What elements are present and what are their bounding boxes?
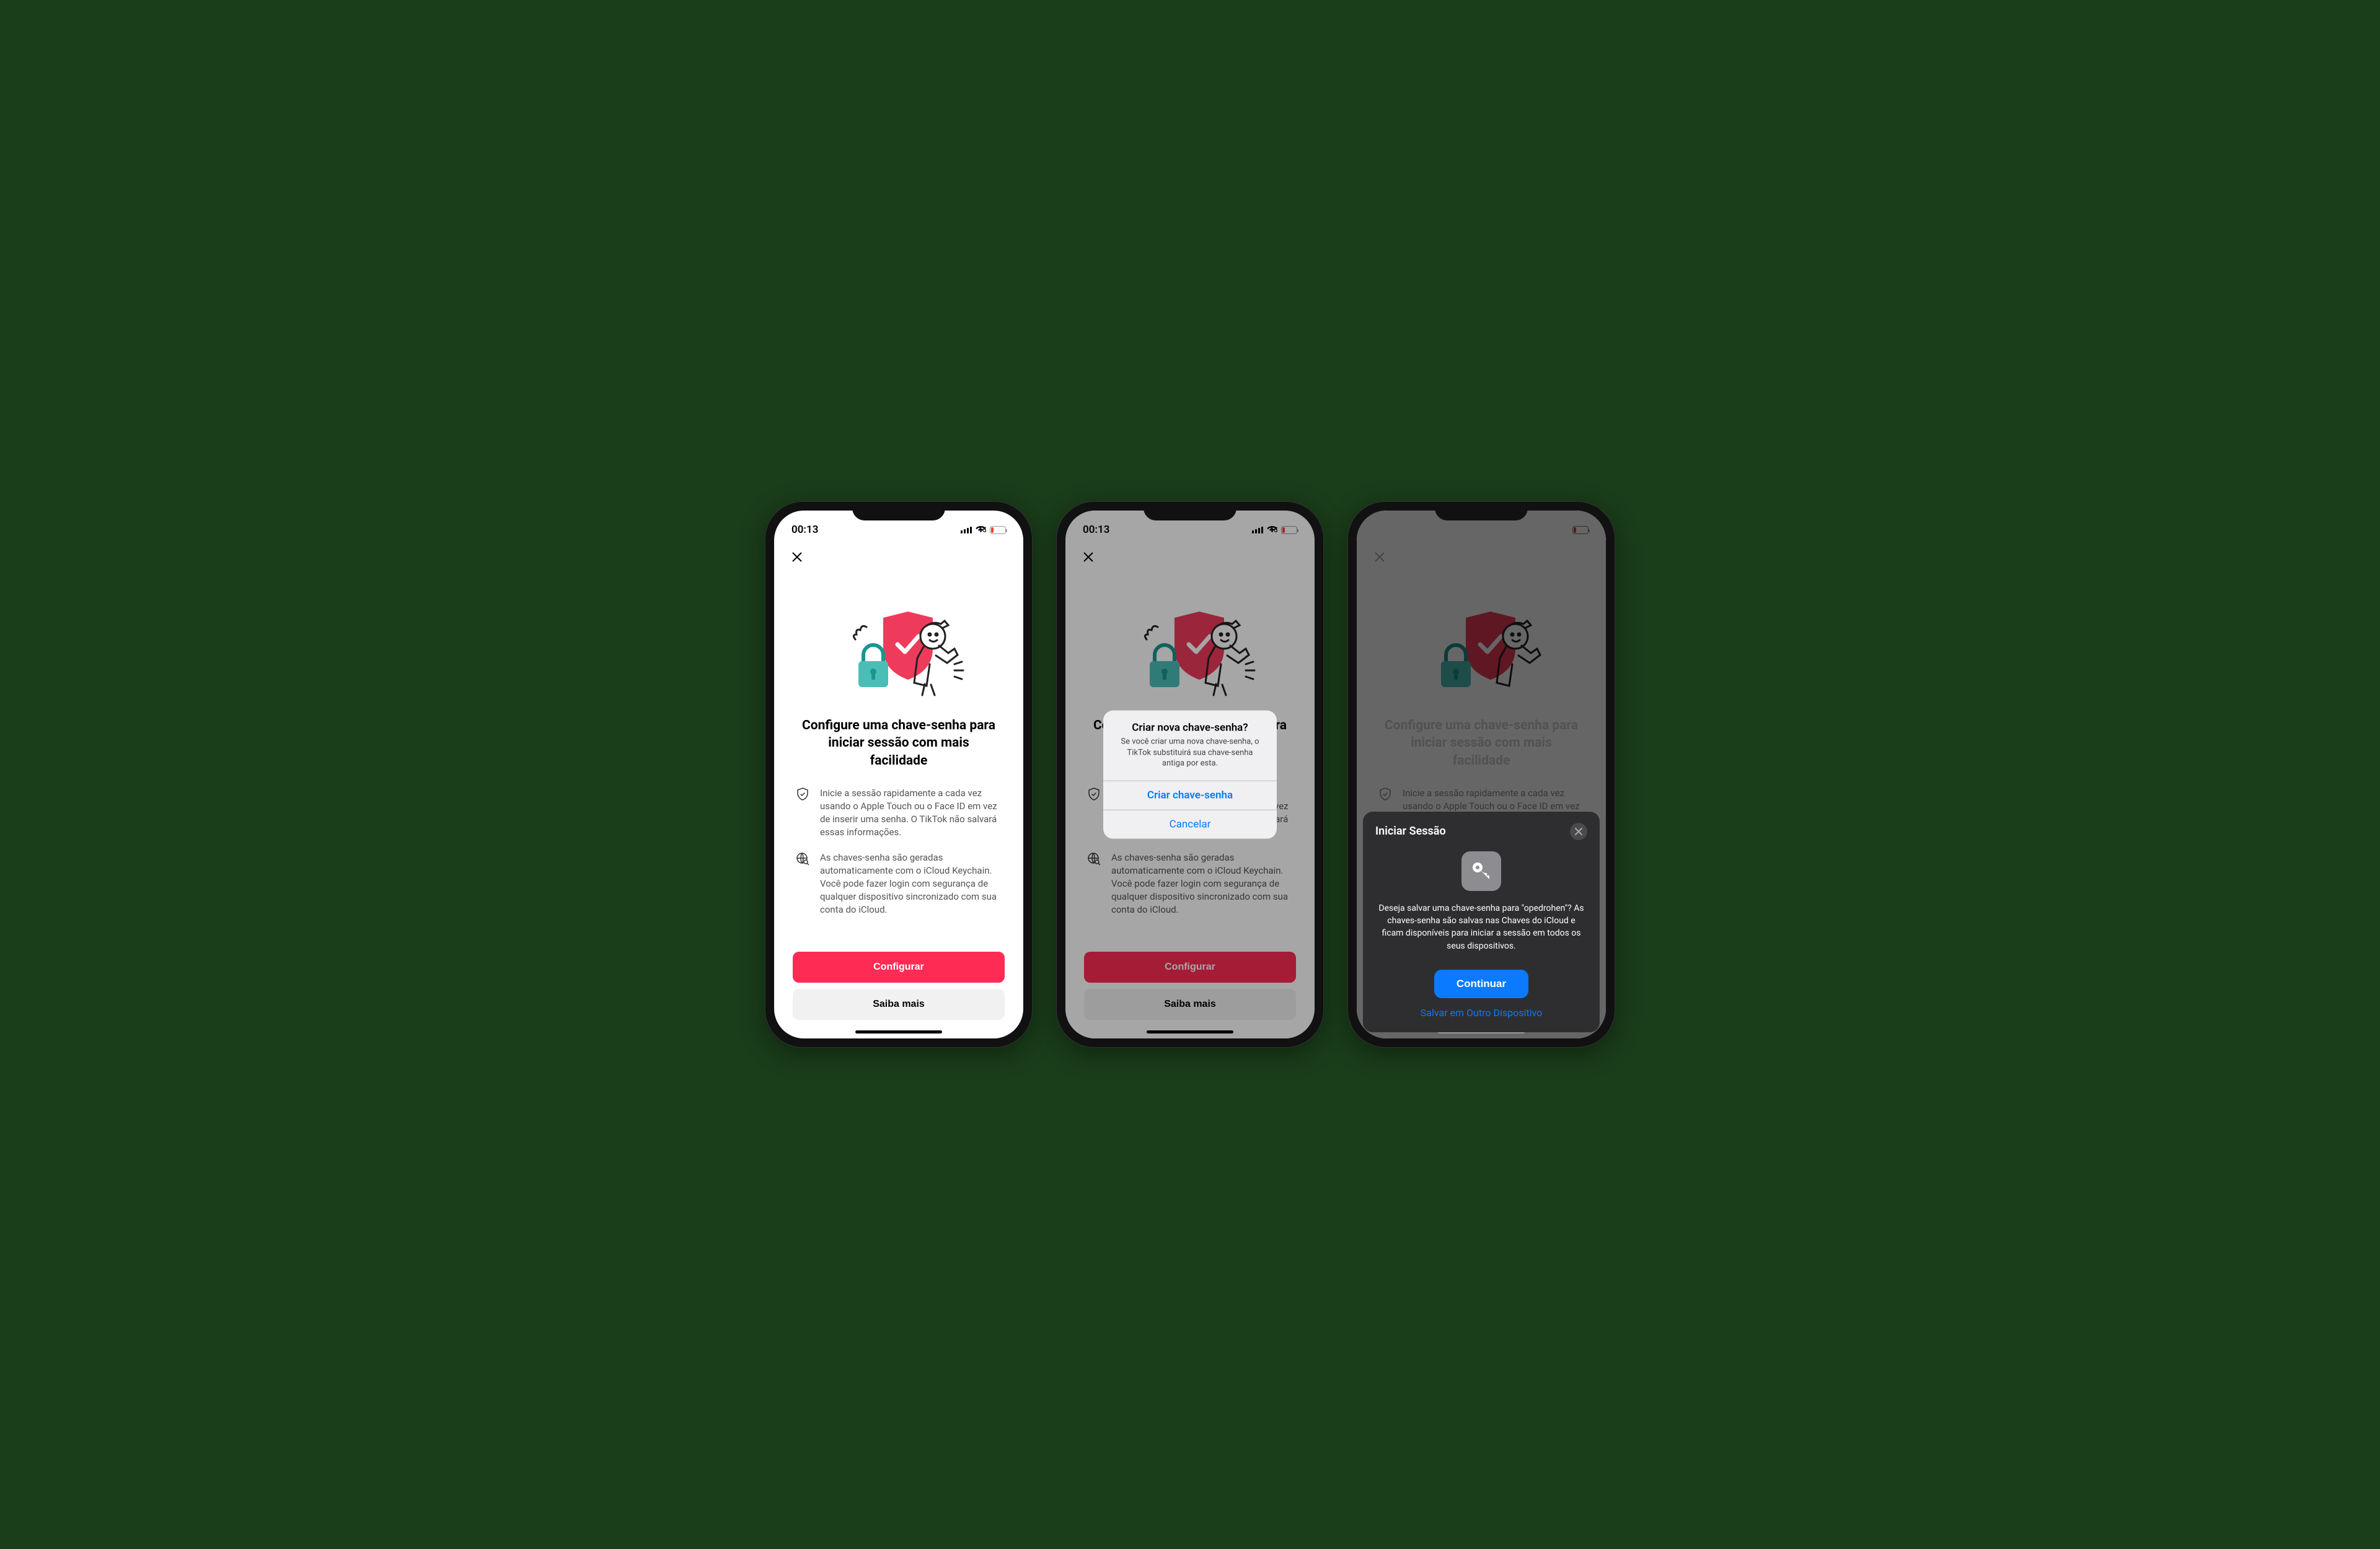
shield-check-icon [1086,787,1101,802]
screen-1: 00:13 15 [774,511,1023,1038]
sheet-close-button[interactable] [1570,823,1587,840]
close-button[interactable] [788,548,806,566]
phone-frame-3: 00:13 15 [1348,502,1615,1047]
continue-button[interactable]: Continuar [1434,970,1528,998]
shield-check-icon [795,787,810,802]
bullet-item-2: As chaves-senha são geradas automaticame… [1084,851,1296,916]
passkey-illustration [1084,602,1296,701]
sheet-title: Iniciar Sessão [1375,825,1446,838]
sheet-body: Deseja salvar uma chave-senha para "oped… [1375,902,1587,952]
phone-frame-1: 00:13 15 [765,502,1032,1047]
close-button[interactable] [1079,548,1098,566]
screen-2: 00:13 15 [1065,511,1315,1038]
alert-title: Criar nova chave-senha? [1103,711,1277,737]
home-indicator[interactable] [1147,1030,1233,1033]
sheet-header: Iniciar Sessão [1375,823,1587,840]
alert-cancel-button[interactable]: Cancelar [1103,809,1277,838]
signal-icon [1252,527,1263,533]
status-time: 00:13 [791,524,818,536]
bullet-text-2: As chaves-senha são geradas automaticame… [820,851,1002,916]
battery-icon [1281,526,1297,534]
status-right: 15 [961,524,1006,536]
save-other-device-link[interactable]: Salvar em Outro Dispositivo [1375,1007,1587,1022]
home-indicator[interactable] [855,1030,942,1033]
status-right: 15 [1252,524,1297,536]
notch [852,502,945,520]
passkey-illustration [793,602,1005,701]
configure-button[interactable]: Configurar [793,952,1005,983]
battery-percent: 15 [1270,526,1278,534]
key-icon [1461,851,1501,891]
passkey-sheet: Iniciar Sessão Deseja salvar uma chave-s… [1363,812,1600,1032]
globe-key-icon [795,851,810,866]
notch [1435,502,1528,520]
bullet-text-2: As chaves-senha são geradas automaticame… [1111,851,1294,916]
learn-more-button[interactable]: Saiba mais [1084,989,1296,1020]
configure-button[interactable]: Configurar [1084,952,1296,983]
bullet-item-1: Inicie a sessão rapidamente a cada vez u… [793,787,1005,839]
learn-more-button[interactable]: Saiba mais [793,989,1005,1020]
alert-message: Se você criar uma nova chave-senha, o Ti… [1103,737,1277,781]
content: Configure uma chave-senha para iniciar s… [774,540,1023,1038]
bullet-text-1: Inicie a sessão rapidamente a cada vez u… [820,787,1002,839]
battery-percent: 15 [979,526,987,534]
signal-icon [961,527,972,533]
bullet-item-2: As chaves-senha são geradas automaticame… [793,851,1005,916]
alert-create-button[interactable]: Criar chave-senha [1103,780,1277,809]
notch [1144,502,1236,520]
phone-frame-2: 00:13 15 [1057,502,1323,1047]
battery-icon [990,526,1006,534]
globe-key-icon [1086,851,1101,866]
status-time: 00:13 [1083,524,1109,536]
confirmation-alert: Criar nova chave-senha? Se você criar um… [1103,711,1277,839]
page-heading: Configure uma chave-senha para iniciar s… [793,717,1005,770]
screen-3: 00:13 15 [1357,511,1606,1038]
